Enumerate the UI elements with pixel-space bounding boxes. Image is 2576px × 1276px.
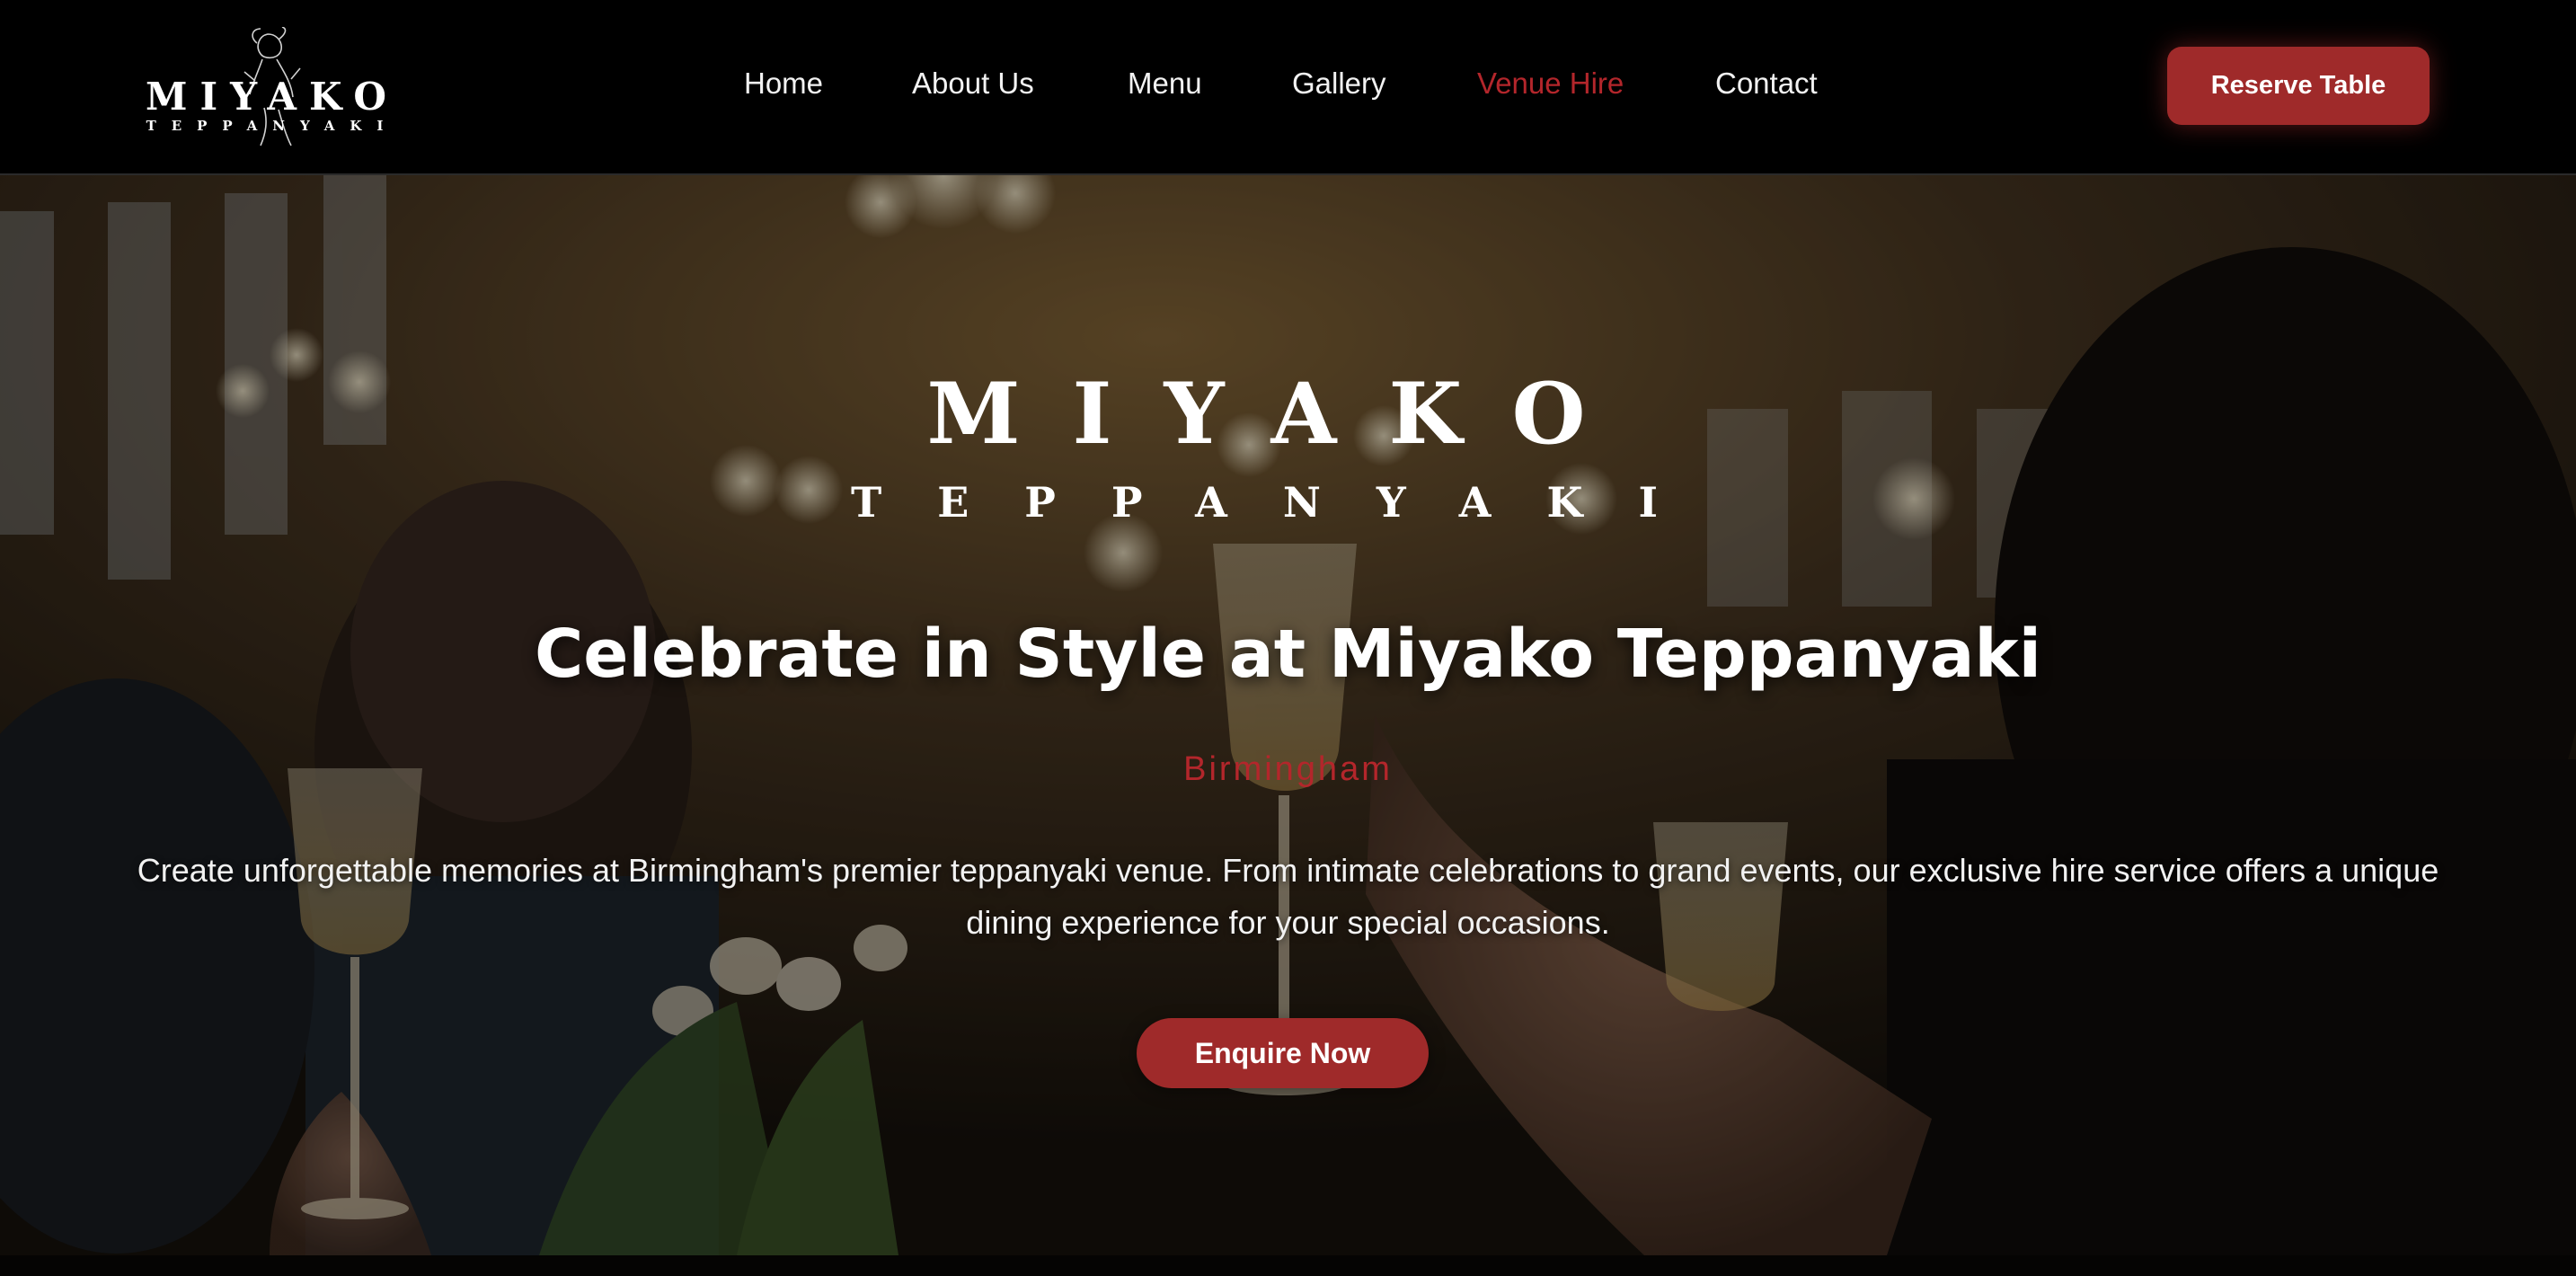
next-section-edge	[0, 1255, 2576, 1276]
reserve-table-button[interactable]: Reserve Table	[2167, 47, 2430, 125]
nav-about-us[interactable]: About Us	[912, 66, 1034, 101]
nav-venue-hire[interactable]: Venue Hire	[1477, 66, 1624, 101]
hero-location: Birmingham	[1183, 750, 1393, 788]
page: MIYAKO TEPPANYAKI Home About Us Menu Gal…	[0, 0, 2576, 1276]
hero-overlay	[0, 175, 2576, 1255]
nav-home[interactable]: Home	[744, 66, 823, 101]
nav-contact[interactable]: Contact	[1715, 66, 1818, 101]
nav-gallery[interactable]: Gallery	[1292, 66, 1386, 101]
hero-logo: MIYAKO TEPPANYAKI	[851, 373, 1713, 527]
hero-section: MIYAKO TEPPANYAKI Celebrate in Style at …	[0, 175, 2576, 1255]
hero-description: Create unforgettable memories at Birming…	[137, 852, 2439, 941]
site-header: MIYAKO TEPPANYAKI Home About Us Menu Gal…	[0, 0, 2576, 175]
hero-logo-wordmark: MIYAKO	[926, 373, 1637, 464]
hero-title: Celebrate in Style at Miyako Teppanyaki	[534, 616, 2042, 693]
enquire-now-button[interactable]: Enquire Now	[1137, 1018, 1429, 1088]
hero-logo-subtitle: TEPPANYAKI	[851, 478, 1713, 527]
nav-menu[interactable]: Menu	[1128, 66, 1202, 101]
